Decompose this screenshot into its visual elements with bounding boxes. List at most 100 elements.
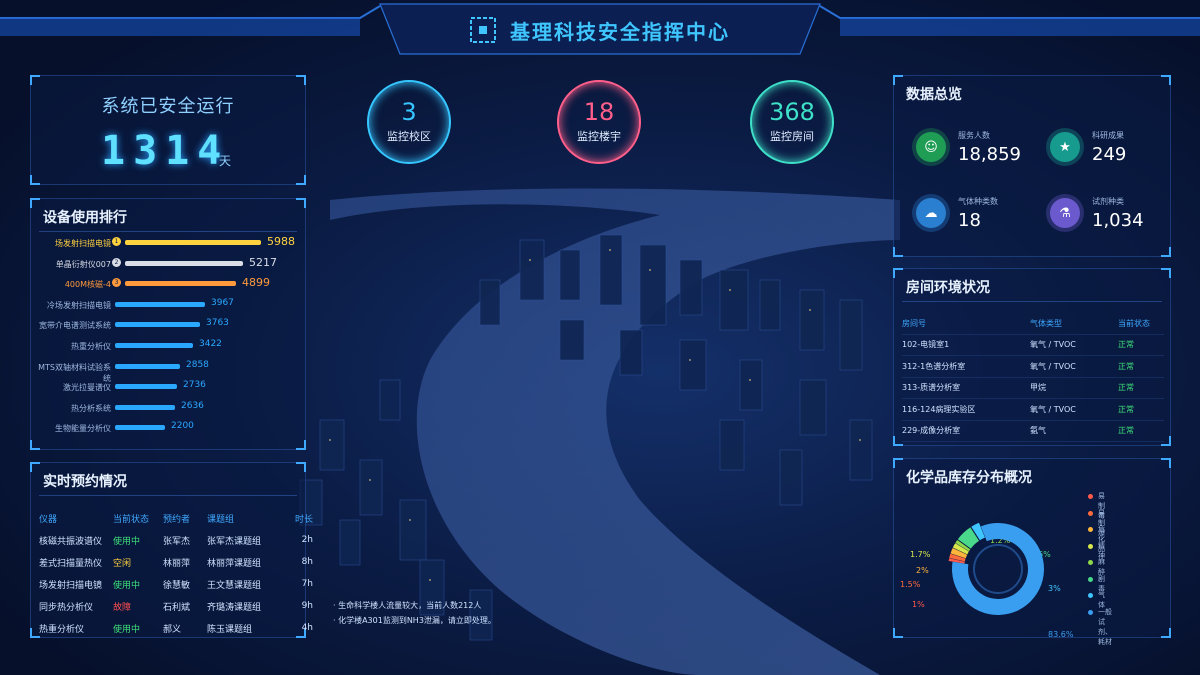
ranking-bar	[125, 281, 236, 287]
cell-device: 差式扫描量热仪	[39, 558, 103, 569]
pie-label: 2%	[916, 566, 929, 575]
stat-label: 监控校区	[387, 130, 431, 143]
cell-gas: 氧气 / TVOC	[1030, 404, 1076, 414]
cell-room: 313-质谱分析室	[902, 383, 961, 393]
ranking-row: 生物能量分析仪 2200	[31, 418, 301, 438]
overview-value: 18	[958, 210, 981, 231]
table-header: 仪器 当前状态 预约者 课题组 时长	[39, 507, 321, 529]
legend-dot	[1088, 543, 1093, 549]
cell-group: 林丽萍课题组	[207, 558, 262, 569]
ranking-value: 4899	[242, 276, 270, 290]
cell-status: 使用中	[113, 536, 141, 547]
ranking-row: 激光拉曼谱仪 2736	[31, 377, 301, 397]
cell-user: 林丽萍	[163, 558, 191, 569]
panel-title: 化学品库存分布概况	[906, 470, 1032, 486]
cell-dur: 8h	[301, 557, 313, 567]
col-header: 气体类型	[1030, 318, 1062, 328]
table-row[interactable]: 313-质谱分析室 甲烷 正常	[902, 378, 1164, 399]
ranking-row: MTS双轴材料试验系统 2858	[31, 357, 301, 383]
cell-device: 同步热分析仪	[39, 602, 94, 613]
chemicals-panel: 化学品库存分布概况 1% 1.5% 2% 1.7% 1.2% 6% 3% 83.6% 易制毒易…	[893, 458, 1171, 646]
table-row[interactable]: 同步热分析仪 故障 石利斌 齐璐涛课题组 9h	[39, 595, 321, 617]
people-icon: ☺	[916, 132, 946, 162]
cell-dur: 7h	[301, 579, 313, 589]
cell-status: 使用中	[113, 624, 141, 635]
environment-panel: 房间环境状况 房间号 气体类型 当前状态 102-电镜室1 氧气 / TVOC 正常…	[893, 268, 1171, 446]
cell-status: 使用中	[113, 580, 141, 591]
safety-unit: 天	[219, 154, 232, 168]
chemicals-donut-chart: 1%1.5%2%1.7%1.2%6%3%83.6%	[900, 522, 1074, 637]
legend-dot	[1088, 527, 1093, 532]
legend-dot	[1088, 593, 1093, 598]
table-row[interactable]: 229-成像分析室 氨气 正常	[902, 421, 1164, 442]
medal-icon: 1	[112, 237, 121, 246]
legend-dot	[1088, 510, 1093, 516]
stat-label: 监控房间	[770, 130, 814, 143]
cell-room: 102-电镜室1	[902, 340, 950, 350]
header-title-block: 基理科技安全指挥中心	[380, 4, 820, 56]
table-row[interactable]: 116-124病理实验区 氧气 / TVOC 正常	[902, 399, 1164, 421]
ranking-name: 场发射扫描电镜	[55, 239, 111, 248]
ranking-name: 热重分析仪	[71, 342, 111, 351]
ranking-bar	[115, 363, 180, 369]
gas-icon: ☁	[916, 198, 946, 228]
cell-group: 陈玉课题组	[207, 624, 253, 635]
legend-dot	[1088, 609, 1093, 615]
table-row[interactable]: 312-1色谱分析室 氧气 / TVOC 正常	[902, 356, 1164, 378]
ranking-bar	[115, 404, 175, 410]
ranking-name: 热分析系统	[71, 403, 111, 413]
table-row[interactable]: 热重分析仪 使用中 郝义 陈玉课题组 4h	[39, 617, 321, 639]
ranking-value: 3763	[206, 318, 229, 329]
ranking-bar	[115, 301, 205, 307]
col-header: 时长	[294, 514, 313, 525]
panel-title: 数据总览	[906, 87, 962, 103]
overview-value: 18,859	[958, 144, 1021, 165]
col-header: 仪器	[39, 514, 58, 525]
alert-line: · 化学楼A301监测到NH3泄漏，请立即处理。	[333, 616, 496, 625]
reservations-panel: 实时预约情况 仪器 当前状态 预约者 课题组 时长 核磁共振波谱仪 使用中 张军杰 张…	[30, 462, 313, 638]
cell-device: 热重分析仪	[39, 624, 85, 635]
ranking-value: 5217	[249, 255, 277, 269]
reagent-icon: ⚗	[1050, 198, 1080, 228]
ranking-bar	[125, 240, 261, 245]
legend-dot	[1088, 576, 1093, 582]
cell-user: 徐慧敏	[163, 580, 191, 591]
overview-label: 服务人数	[958, 131, 990, 140]
ranking-row: 单晶衍射仪007 2 5217	[31, 254, 301, 274]
table-row[interactable]: 核磁共振波谱仪 使用中 张军杰 张军杰课题组 2h	[39, 529, 321, 551]
ranking-value: 5988	[267, 235, 295, 248]
cell-device: 场发射扫描电镜	[39, 580, 103, 591]
cell-state: 正常	[1118, 361, 1134, 371]
ranking-bar	[115, 425, 165, 431]
medal-icon: 3	[112, 278, 121, 288]
cell-device: 核磁共振波谱仪	[39, 536, 103, 547]
pie-label: 1.7%	[910, 550, 931, 559]
ranking-list: 场发射扫描电镜 1 5988 单晶衍射仪007 2 5217 400M核磁-4 3 4899 冷场…	[31, 233, 301, 443]
cell-status: 故障	[113, 602, 132, 613]
table-row[interactable]: 场发射扫描电镜 使用中 徐慧敏 王文慧课题组 7h	[39, 573, 321, 595]
alert-messages: · 生命科学楼人流量较大，当前人数212人 · 化学楼A301监测到NH3泄漏，…	[333, 598, 496, 628]
cell-group: 张军杰课题组	[207, 536, 262, 547]
cell-status: 空闲	[113, 558, 132, 569]
panel-title: 实时预约情况	[43, 474, 127, 490]
overview-item: ⚗ 试剂种类 1,034	[1050, 192, 1190, 242]
ranking-row: 场发射扫描电镜 1 5988	[31, 233, 301, 253]
col-header: 预约者	[163, 514, 191, 525]
panel-title: 设备使用排行	[43, 210, 127, 226]
ranking-name: 冷场发射扫描电镜	[47, 300, 111, 310]
stat-circle: 3 监控校区	[367, 80, 451, 164]
ranking-bar	[115, 322, 200, 328]
col-header: 当前状态	[113, 514, 150, 525]
cell-user: 石利斌	[163, 602, 191, 613]
overview-value: 1,034	[1092, 210, 1144, 231]
cell-room: 229-成像分析室	[902, 426, 961, 436]
table-row[interactable]: 102-电镜室1 氧气 / TVOC 正常	[902, 335, 1164, 356]
cell-gas: 氧气 / TVOC	[1030, 361, 1076, 371]
legend-dot	[1088, 560, 1093, 565]
legend-label: 一般试剂、耗材	[1098, 607, 1112, 646]
ranking-bar	[125, 260, 243, 266]
overview-panel: 数据总览 ☺ 服务人数 18,859 ★ 科研成果 249 ☁ 气体种类数 18 ⚗ 试剂种类 1,0…	[893, 75, 1171, 257]
cell-group: 齐璐涛课题组	[207, 602, 262, 613]
table-row[interactable]: 差式扫描量热仪 空闲 林丽萍 林丽萍课题组 8h	[39, 551, 321, 573]
stat-circle: 368 监控房间	[750, 80, 834, 164]
